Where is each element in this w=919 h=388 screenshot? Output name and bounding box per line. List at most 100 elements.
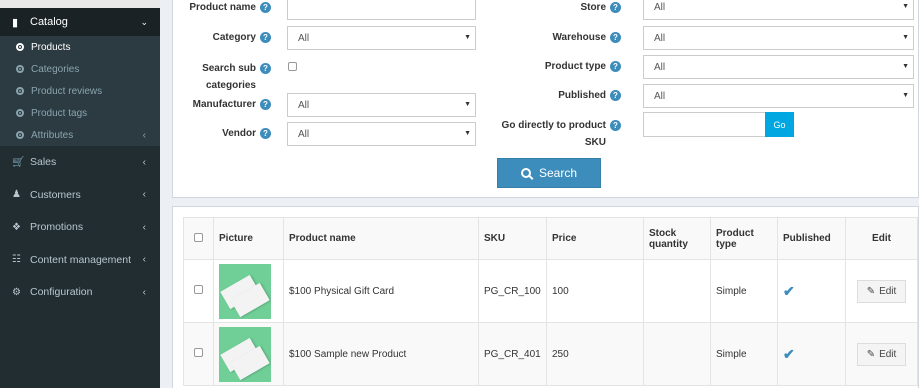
product-type-select-value: All — [654, 61, 666, 73]
help-icon[interactable]: ? — [610, 61, 621, 72]
sidebar-item-attributes[interactable]: Attributes ‹ — [0, 124, 160, 146]
help-icon[interactable]: ? — [260, 99, 271, 110]
go-button[interactable]: Go — [765, 112, 794, 137]
checkmark-icon: ✔ — [783, 345, 795, 362]
sidebar-item-sales[interactable]: 🛒 Sales ‹ — [0, 146, 160, 179]
sidebar-item-configuration[interactable]: ⚙ Configuration ‹ — [0, 276, 160, 309]
warehouse-select[interactable]: All ▼ — [643, 26, 914, 50]
published-cell: ✔ — [777, 322, 846, 386]
search-icon — [520, 168, 531, 178]
product-thumbnail[interactable] — [219, 263, 271, 319]
stock-header-line2: quantity — [649, 238, 688, 250]
caret-down-icon: ▼ — [902, 3, 909, 10]
vendor-select[interactable]: All ▼ — [287, 122, 476, 146]
go-sku-input[interactable] — [643, 112, 766, 137]
help-icon[interactable]: ? — [260, 32, 271, 43]
warehouse-select-value: All — [654, 32, 666, 44]
tags-icon: ❖ — [12, 221, 21, 233]
checkmark-icon: ✔ — [783, 282, 795, 299]
published-select-value: All — [654, 90, 666, 102]
book-icon: ▮ — [12, 16, 19, 29]
caret-down-icon: ▼ — [464, 130, 471, 137]
product-type-header[interactable]: Product type — [710, 217, 778, 260]
product-name-input[interactable] — [287, 0, 476, 20]
sidebar-item-categories[interactable]: Categories — [0, 58, 160, 80]
warehouse-label: Warehouse — [552, 32, 606, 43]
price-cell: 100 — [546, 259, 644, 323]
store-label: Store — [580, 2, 606, 13]
sidebar-item-product-tags[interactable]: Product tags — [0, 102, 160, 124]
help-icon[interactable]: ? — [610, 119, 621, 131]
sku-cell: PG_CR_401 — [478, 322, 547, 386]
sku-header[interactable]: SKU — [478, 217, 547, 260]
search-sub-label: Search sub — [202, 63, 256, 74]
chevron-down-icon: ⌄ — [140, 16, 148, 27]
sidebar-item-content-management[interactable]: ☷ Content management ‹ — [0, 244, 160, 277]
sidebar-item-label: Product tags — [31, 107, 88, 119]
product-name-header[interactable]: Product name — [283, 217, 479, 260]
row-select-cell — [183, 259, 214, 323]
help-icon[interactable]: ? — [610, 32, 621, 43]
sidebar-item-catalog[interactable]: ▮ Catalog ⌄ — [0, 8, 160, 36]
sidebar-item-label: Products — [31, 41, 71, 53]
help-icon[interactable]: ? — [610, 2, 621, 13]
picture-cell — [213, 259, 284, 323]
table-row: $100 Physical Gift Card PG_CR_100 100 Si… — [183, 259, 918, 323]
published-header[interactable]: Published — [777, 217, 846, 260]
sidebar-item-label: Customers — [30, 188, 81, 201]
circle-icon — [16, 43, 24, 51]
table-header-row: Picture Product name SKU Price Stock quan… — [183, 217, 918, 260]
chevron-left-icon: ‹ — [142, 221, 146, 233]
published-select[interactable]: All ▼ — [643, 84, 914, 108]
vendor-label: Vendor — [222, 128, 256, 139]
product-type-cell: Simple — [710, 322, 778, 386]
sidebar-item-label: Product reviews — [31, 85, 103, 97]
product-name-label-row: Product name ? — [173, 2, 271, 13]
sidebar-item-products[interactable]: Products — [0, 36, 160, 58]
search-sub-label-2: categories — [205, 80, 256, 91]
sidebar-item-product-reviews[interactable]: Product reviews — [0, 80, 160, 102]
stock-cell — [643, 322, 711, 386]
price-header[interactable]: Price — [546, 217, 644, 260]
go-sku-label-row: Go directly to product? SKU — [493, 119, 621, 148]
caret-down-icon: ▼ — [902, 63, 909, 70]
go-sku-label: Go directly to product — [501, 120, 606, 131]
catalog-submenu: Products Categories Product reviews Prod… — [0, 36, 160, 146]
category-label: Category — [212, 32, 256, 43]
sidebar: ▮ Catalog ⌄ Products Categories Product … — [0, 0, 160, 388]
sidebar-item-label: Categories — [31, 63, 80, 75]
manufacturer-select-value: All — [298, 99, 310, 111]
help-icon[interactable]: ? — [260, 2, 271, 13]
product-thumbnail[interactable] — [219, 326, 271, 382]
sidebar-item-label: Promotions — [30, 221, 84, 234]
price-cell: 250 — [546, 322, 644, 386]
manufacturer-select[interactable]: All ▼ — [287, 93, 476, 117]
search-button[interactable]: Search — [497, 158, 601, 188]
product-type-select[interactable]: All ▼ — [643, 55, 914, 79]
category-select[interactable]: All ▼ — [287, 26, 476, 50]
row-checkbox[interactable] — [194, 285, 203, 294]
stock-header[interactable]: Stock quantity — [643, 217, 711, 260]
edit-button[interactable]: ✎ Edit — [856, 342, 907, 366]
help-icon[interactable]: ? — [260, 128, 271, 139]
chevron-left-icon: ‹ — [142, 189, 146, 201]
sku-cell: PG_CR_100 — [478, 259, 547, 323]
published-label: Published — [558, 90, 606, 101]
product-type-cell: Simple — [710, 259, 778, 323]
sidebar-item-label: Sales — [30, 156, 57, 169]
sidebar-item-label: Catalog — [30, 16, 68, 28]
edit-cell: ✎ Edit — [845, 322, 918, 386]
select-all-checkbox[interactable] — [194, 232, 203, 242]
sidebar-item-promotions[interactable]: ❖ Promotions ‹ — [0, 211, 160, 244]
sidebar-item-customers[interactable]: ♟ Customers ‹ — [0, 179, 160, 212]
edit-header: Edit — [845, 217, 918, 260]
edit-button-label: Edit — [879, 348, 897, 360]
edit-button[interactable]: ✎ Edit — [856, 279, 907, 303]
circle-icon — [16, 87, 24, 95]
store-select[interactable]: All ▼ — [643, 0, 914, 20]
help-icon[interactable]: ? — [610, 90, 621, 101]
go-sku-label-2: SKU — [584, 137, 606, 148]
search-subcategories-checkbox[interactable] — [288, 62, 297, 71]
row-checkbox[interactable] — [194, 348, 203, 357]
help-icon[interactable]: ? — [260, 62, 271, 74]
